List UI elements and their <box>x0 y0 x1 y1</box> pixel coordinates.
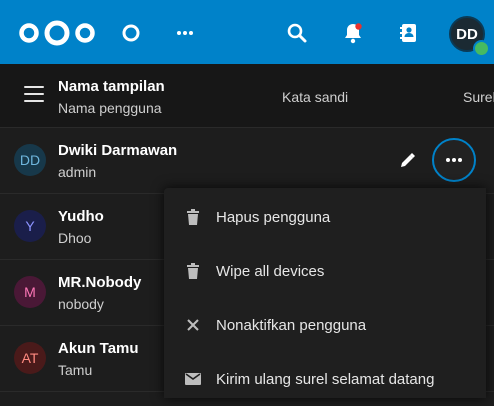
user-username: nobody <box>58 296 104 312</box>
avatar: AT <box>14 342 46 374</box>
avatar-initials: AT <box>21 350 39 366</box>
close-icon <box>184 316 202 334</box>
user-display-name: MR.Nobody <box>58 274 142 291</box>
column-header-display-name: Nama tampilan <box>58 78 165 95</box>
search-icon[interactable] <box>284 20 310 46</box>
mail-icon <box>184 370 202 388</box>
online-status-icon <box>473 40 490 57</box>
more-dots-icon <box>446 158 462 162</box>
avatar-initials: DD <box>456 25 478 43</box>
menu-item-wipe-devices[interactable]: Wipe all devices <box>164 244 486 298</box>
notifications-bell-icon[interactable] <box>340 20 366 46</box>
menu-item-delete-user[interactable]: Hapus pengguna <box>164 190 486 244</box>
menu-item-label: Wipe all devices <box>216 262 325 280</box>
trash-icon <box>184 262 202 280</box>
users-table-header: Nama tampilan Nama pengguna Kata sandi S… <box>0 64 494 128</box>
contacts-icon[interactable] <box>396 20 422 46</box>
user-username: admin <box>58 164 97 180</box>
avatar: M <box>14 276 46 308</box>
more-apps-icon[interactable] <box>172 22 198 44</box>
menu-item-resend-welcome-email[interactable]: Kirim ulang surel selamat datang <box>164 352 486 406</box>
user-row[interactable]: DD Dwiki Darmawan admin <box>0 128 494 194</box>
column-header-password: Kata sandi <box>282 89 349 105</box>
menu-item-label: Kirim ulang surel selamat datang <box>216 370 435 388</box>
menu-hamburger-icon[interactable] <box>24 86 44 102</box>
column-header-name: Nama tampilan Nama pengguna <box>58 78 165 117</box>
avatar: DD <box>14 144 46 176</box>
user-display-name: Dwiki Darmawan <box>58 142 178 159</box>
dashboard-app-icon[interactable] <box>120 22 142 44</box>
edit-pencil-icon[interactable] <box>396 150 418 172</box>
menu-item-label: Nonaktifkan pengguna <box>216 316 367 334</box>
avatar-initials: DD <box>19 152 41 168</box>
top-bar: DD <box>0 0 494 64</box>
user-display-name: Akun Tamu <box>58 340 139 357</box>
avatar-initials: M <box>24 284 36 300</box>
avatar: Y <box>14 210 46 242</box>
user-username: Dhoo <box>58 230 92 246</box>
user-actions-menu: Hapus pengguna Wipe all devices Nonaktif… <box>164 188 486 398</box>
user-display-name: Yudho <box>58 208 104 225</box>
trash-icon <box>184 208 202 226</box>
more-actions-button[interactable] <box>432 138 476 182</box>
menu-item-disable-user[interactable]: Nonaktifkan pengguna <box>164 298 486 352</box>
column-header-email: Surel <box>463 89 494 105</box>
user-username: Tamu <box>58 362 93 378</box>
nextcloud-logo-icon[interactable] <box>18 20 96 46</box>
column-header-username: Nama pengguna <box>58 100 162 116</box>
menu-item-label: Hapus pengguna <box>216 208 331 226</box>
avatar-initials: Y <box>25 218 35 234</box>
